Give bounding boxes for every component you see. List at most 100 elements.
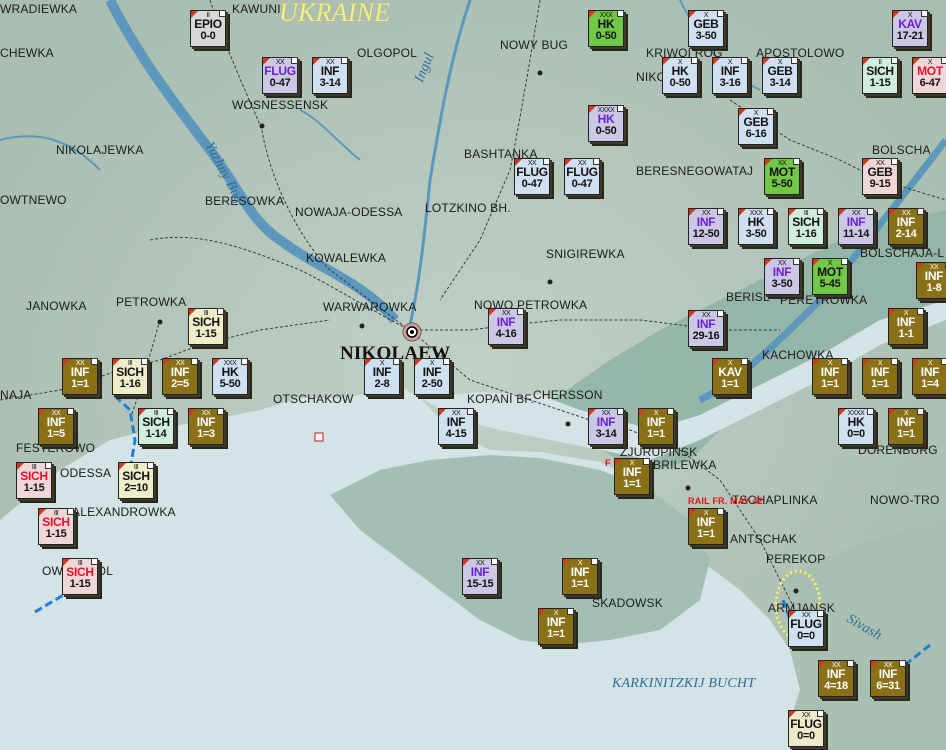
unit-counter[interactable]: X KAV 1=1 <box>712 358 748 395</box>
unit-counter[interactable]: XX INF 4-16 <box>488 308 524 345</box>
unit-counter[interactable]: III SICH 1-15 <box>16 462 52 499</box>
unit-counter[interactable]: X GEB 3-50 <box>688 10 724 47</box>
unit-counter[interactable]: XXX HK 3-50 <box>738 208 774 245</box>
unit-size: III <box>127 360 133 367</box>
unit-counter[interactable]: X INF 2-8 <box>364 358 400 395</box>
unit-counter[interactable]: III SICH 1-16 <box>788 208 824 245</box>
unit-counter[interactable]: X INF 1=1 <box>538 608 574 645</box>
unit-counter[interactable]: XX INF 4=18 <box>818 660 854 697</box>
unit-strength: 12-50 <box>692 228 720 240</box>
unit-counter[interactable]: X KAV 17-21 <box>892 10 928 47</box>
unit-counter[interactable]: X INF 3-16 <box>712 57 748 94</box>
unit-counter[interactable]: XX INF 3-14 <box>312 57 348 94</box>
unit-counter[interactable]: XX FLUG 0-47 <box>564 158 600 195</box>
unit-strength: 1=5 <box>47 428 65 440</box>
unit-strength: 1=1 <box>71 378 89 390</box>
place-label-zjurupinsk: ZJURUPINSK <box>620 445 698 459</box>
unit-counter[interactable]: XX INF 12-50 <box>688 208 724 245</box>
unit-strength: 1=1 <box>647 428 665 440</box>
unit-counter[interactable]: X INF 1=1 <box>614 458 650 495</box>
unit-strength: 6-16 <box>745 128 767 140</box>
unit-counter[interactable]: XX INF 3-50 <box>764 258 800 295</box>
unit-strength: 1=1 <box>821 378 839 390</box>
unit-strength: 3-50 <box>745 228 767 240</box>
unit-strength: 0=0 <box>797 730 815 742</box>
unit-counter[interactable]: X HK 0-50 <box>662 57 698 94</box>
place-label-skadowsk: SKADOWSK <box>592 596 663 610</box>
unit-counter[interactable]: III SICH 2=10 <box>118 462 154 499</box>
unit-counter[interactable]: X INF 1=4 <box>912 358 946 395</box>
unit-size: X <box>653 410 659 417</box>
unit-counter[interactable]: X INF 1=1 <box>562 558 598 595</box>
unit-strength: 1-16 <box>795 228 817 240</box>
unit-counter[interactable]: XX FLUG 0-47 <box>262 57 298 94</box>
unit-counter[interactable]: XX FLUG 0-47 <box>514 158 550 195</box>
unit-size: XX <box>501 310 511 317</box>
unit-counter[interactable]: III SICH 1-15 <box>188 308 224 345</box>
unit-size: X <box>903 310 909 317</box>
unit-counter[interactable]: X INF 1=1 <box>862 358 898 395</box>
unit-counter[interactable]: III SICH 1-14 <box>138 408 174 445</box>
unit-counter[interactable]: XX MOT 5-50 <box>764 158 800 195</box>
unit-size: XX <box>475 560 485 567</box>
unit-strength: 2-50 <box>421 378 443 390</box>
unit-size: X <box>629 460 635 467</box>
place-label-nikolajewka: NIKOLAJEWKA <box>56 143 144 157</box>
unit-strength: 11-14 <box>842 228 870 240</box>
unit-strength: 1=1 <box>897 428 915 440</box>
unit-counter[interactable]: XX INF 1=5 <box>38 408 74 445</box>
unit-counter[interactable]: XXX HK 0-50 <box>588 10 624 47</box>
unit-counter[interactable]: XX INF 15-15 <box>462 558 498 595</box>
region-label: UKRAINE <box>279 0 391 27</box>
unit-counter[interactable]: X MOT 6-47 <box>912 57 946 94</box>
unit-counter[interactable]: XX INF 6=31 <box>870 660 906 697</box>
unit-counter[interactable]: XX GEB 9-15 <box>862 158 898 195</box>
unit-counter[interactable]: III SICH 1-15 <box>62 558 98 595</box>
unit-strength: 0-47 <box>571 178 593 190</box>
unit-counter[interactable]: XXXX HK 0=0 <box>838 408 874 445</box>
unit-size: X <box>379 360 385 367</box>
unit-counter[interactable]: XXXX HK 0-50 <box>588 105 624 142</box>
unit-counter[interactable]: X INF 1=1 <box>638 408 674 445</box>
place-label-lotzkino-bh: LOTZKINO BH. <box>425 201 511 215</box>
water-label: KARKINITZKIJ BUCHT <box>612 676 756 691</box>
unit-counter[interactable]: XX INF 2-14 <box>888 208 924 245</box>
unit-counter[interactable]: XX INF 1=1 <box>62 358 98 395</box>
unit-counter[interactable]: XX FLUG 0=0 <box>788 710 824 747</box>
unit-counter[interactable]: X INF 1-1 <box>888 308 924 345</box>
unit-counter[interactable]: X INF 2-50 <box>414 358 450 395</box>
unit-counter[interactable]: II SICH 1-15 <box>862 57 898 94</box>
place-label-perekop: PEREKOP <box>766 552 826 566</box>
unit-counter[interactable]: XX INF 3-14 <box>588 408 624 445</box>
unit-strength: 15-15 <box>466 578 494 590</box>
unit-strength: 9-15 <box>869 178 891 190</box>
unit-size: XX <box>601 410 611 417</box>
unit-counter[interactable]: XX INF 4-15 <box>438 408 474 445</box>
unit-counter[interactable]: III SICH 1-15 <box>38 508 74 545</box>
unit-size: III <box>153 410 159 417</box>
unit-size: XX <box>777 160 787 167</box>
unit-counter[interactable]: X GEB 3-14 <box>762 57 798 94</box>
unit-size: XXX <box>599 12 613 19</box>
unit-counter[interactable]: XX FLUG 0=0 <box>788 610 824 647</box>
unit-counter[interactable]: XXX HK 5-50 <box>212 358 248 395</box>
unit-counter[interactable]: X MOT 5-45 <box>812 258 848 295</box>
unit-counter[interactable]: XX INF 2=5 <box>162 358 198 395</box>
unit-counter[interactable]: XX INF 1-8 <box>916 262 946 299</box>
place-label-snigirewka: SNIGIREWKA <box>546 247 625 261</box>
unit-counter[interactable]: X INF 1=1 <box>812 358 848 395</box>
unit-counter[interactable]: III SICH 1-16 <box>112 358 148 395</box>
unit-counter[interactable]: X INF 1=1 <box>888 408 924 445</box>
unit-counter[interactable]: XX INF 1=3 <box>188 408 224 445</box>
unit-counter[interactable]: XX INF 29-16 <box>688 310 724 347</box>
unit-counter[interactable]: X INF 1=1 <box>688 508 724 545</box>
unit-size: X <box>827 360 833 367</box>
port-marker[interactable] <box>314 432 324 442</box>
unit-strength: 6-47 <box>919 77 941 89</box>
unit-size: XX <box>75 360 85 367</box>
unit-strength: 3-50 <box>695 30 717 42</box>
unit-counter[interactable]: X GEB 6-16 <box>738 108 774 145</box>
unit-counter[interactable]: II EPIO 0-0 <box>190 10 226 47</box>
place-label-wosnessensk: WOSNESSENSK <box>232 98 329 112</box>
unit-counter[interactable]: XX INF 11-14 <box>838 208 874 245</box>
